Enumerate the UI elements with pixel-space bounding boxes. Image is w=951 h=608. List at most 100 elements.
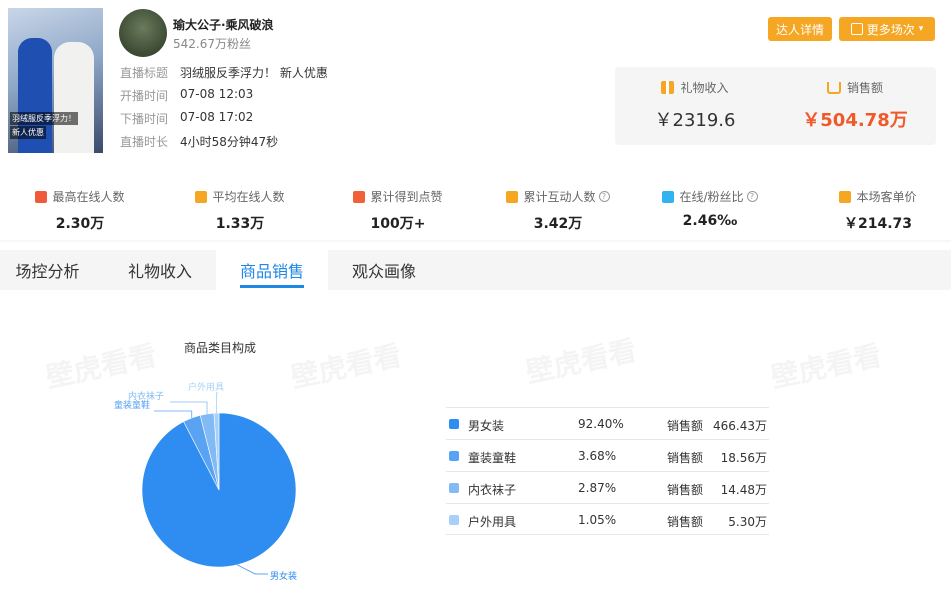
stat-item: 最高在线人数 2.30万 [0,170,160,233]
stat-label: 累计得到点赞 [370,190,443,204]
info-row-end: 下播时间 07-08 17:02 [120,110,253,127]
leader-line [170,401,208,414]
category-name: 户外用具 [468,515,517,529]
tab-product-sales-label: 商品销售 [239,262,304,281]
divider [0,240,951,242]
sales-label: 销售额 [667,483,704,497]
tab-active-indicator [240,285,304,288]
stats-row: 最高在线人数 2.30万 平均在线人数 1.33万 累计得到点赞 100万+ 累计互动人数?… [0,170,951,238]
info-label: 直播标题 [120,66,169,80]
stat-item: 平均在线人数 1.33万 [160,170,320,233]
streamer-name[interactable]: 瑜大公子·乘风破浪 [173,16,274,33]
gift-icon [661,81,675,94]
help-icon[interactable]: ? [746,191,758,202]
legend-swatch [449,419,459,429]
gift-income: 礼物收入 ￥2319.6 [615,67,775,132]
bag-icon [839,190,852,203]
stat-label: 在线/粉丝比 [679,190,744,204]
more-sessions-label: 更多场次 [866,22,915,37]
chat-icon [506,190,519,203]
slice-label: 男女装 [270,570,297,582]
stat-value: 2.30万 [55,216,105,232]
pie-icon [662,190,675,203]
category-percent: 2.87% [578,481,617,495]
arrow-up-icon [35,190,48,203]
legend-swatch [449,515,459,525]
legend-swatch [449,483,459,493]
sales-value: 14.48万 [720,483,767,497]
tab-bar: 场控分析 礼物收入 商品销售 观众画像 [0,250,951,290]
legend-swatch [449,451,459,461]
stat-value: 3.42万 [533,216,583,232]
slice-label: 内衣袜子 [128,390,164,402]
sales-amount-label: 销售额 [846,81,883,95]
watermark: 壁虎看看 [523,333,640,390]
stat-item: 累计得到点赞 100万+ [318,170,478,233]
category-percent: 1.05% [578,513,617,527]
chevron-down-icon: ▾ [918,24,924,34]
slice-label: 户外用具 [188,381,224,393]
sales-label: 销售额 [667,419,704,433]
gift-income-label: 礼物收入 [680,81,729,95]
sales-amount-value: ￥504.78万 [802,110,908,131]
stat-item: 累计互动人数? 3.42万 [478,170,638,233]
gift-income-value: ￥2319.6 [654,110,736,131]
trend-icon [195,190,208,203]
sales-value: 466.43万 [713,419,767,433]
avatar[interactable] [119,9,167,57]
more-sessions-button[interactable]: 更多场次 ▾ [839,17,935,41]
category-percent: 3.68% [578,449,617,463]
category-percent: 92.40% [578,417,624,431]
sales-label: 销售额 [667,515,704,529]
info-value: 07-08 12:03 [180,87,254,101]
category-name: 童装童鞋 [468,451,517,465]
info-row-duration: 直播时长 4小时58分钟47秒 [120,133,278,150]
leader-line [154,410,193,418]
info-row-start: 开播时间 07-08 12:03 [120,87,253,104]
cart-icon [826,81,841,94]
category-legend-table: 男女装 92.40% 销售额 466.43万童装童鞋 3.68% 销售额 18.56万内衣袜… [446,407,769,535]
info-value: 07-08 17:02 [180,110,254,124]
live-header: 羽绒服反季浮力！ 新人优惠 瑜大公子·乘风破浪 542.67万粉丝 直播标题 羽… [0,0,951,162]
watermark: 壁虎看看 [768,338,885,395]
info-label: 开播时间 [120,89,169,103]
stat-label: 平均在线人数 [212,190,285,204]
sales-label: 销售额 [667,451,704,465]
tab-audience-profile[interactable]: 观众画像 [334,250,434,290]
help-icon[interactable]: ? [598,191,610,202]
tab-gift-income[interactable]: 礼物收入 [110,250,210,290]
category-name: 男女装 [468,419,505,433]
live-cover-image[interactable]: 羽绒服反季浮力！ 新人优惠 [8,8,103,153]
tab-product-sales[interactable]: 商品销售 [216,250,328,290]
info-value: 4小时58分钟47秒 [180,135,279,149]
stat-value: 100万+ [370,216,426,232]
stat-value: ￥214.73 [843,216,913,232]
chart-title: 商品类目构成 [184,341,257,355]
calendar-icon [850,23,863,35]
legend-row[interactable]: 户外用具 1.05% 销售额 5.30万 [446,503,769,535]
stat-label: 本场客单价 [856,190,917,204]
leader-line [237,564,268,575]
info-label: 下播时间 [120,112,169,126]
sales-amount: 销售额 ￥504.78万 [775,67,935,132]
info-row-title: 直播标题 羽绒服反季浮力！ 新人优惠 [120,64,328,81]
stat-label: 最高在线人数 [52,190,125,204]
category-name: 内衣袜子 [468,483,517,497]
info-value: 羽绒服反季浮力！ 新人优惠 [180,66,328,80]
category-pie-chart: 男女装童装童鞋内衣袜子户外用具 [114,381,297,582]
sales-value: 18.56万 [720,451,767,465]
stat-item: 本场客单价 ￥214.73 [798,170,951,233]
legend-row[interactable]: 内衣袜子 2.87% 销售额 14.48万 [446,471,769,503]
sales-value: 5.30万 [728,515,767,529]
stat-label: 累计互动人数 [523,190,596,204]
heart-icon [353,190,366,203]
revenue-panel: 礼物收入 ￥2319.6 销售额 ￥504.78万 [615,67,936,145]
stat-value: 2.46‰ [682,213,738,229]
legend-row[interactable]: 男女装 92.40% 销售额 466.43万 [446,407,769,439]
streamer-detail-button[interactable]: 达人详情 [768,17,832,41]
tab-field-control[interactable]: 场控分析 [0,250,95,290]
stat-value: 1.33万 [215,216,265,232]
leader-line [216,392,218,414]
legend-row[interactable]: 童装童鞋 3.68% 销售额 18.56万 [446,439,769,471]
stat-item: 在线/粉丝比? 2.46‰ [630,170,790,229]
